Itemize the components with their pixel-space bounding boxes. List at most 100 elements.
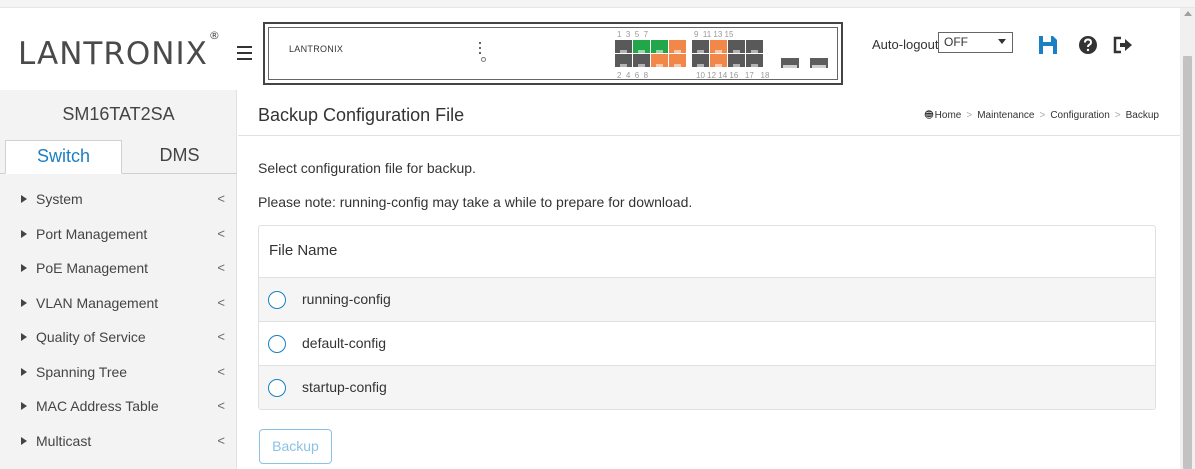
- file-row-running-config[interactable]: running-config: [259, 278, 1155, 322]
- port-5[interactable]: [651, 40, 668, 53]
- home-icon: [924, 110, 933, 119]
- scroll-up-icon[interactable]: [1184, 11, 1192, 16]
- hamburger-icon[interactable]: [237, 46, 252, 60]
- file-row-default-config[interactable]: default-config: [259, 322, 1155, 366]
- port-numbers-top-2: 9 11 13 15: [694, 30, 734, 39]
- file-table: File Name running-config default-config …: [258, 225, 1156, 410]
- breadcrumb-home[interactable]: Home: [935, 110, 962, 121]
- auto-logout-select[interactable]: OFF: [938, 32, 1013, 53]
- sidebar-item-label: PoE Management: [36, 260, 149, 276]
- port-numbers-bottom: 2 4 6 8: [617, 71, 649, 80]
- file-name: running-config: [302, 291, 391, 307]
- device-name: SM16TAT2SA: [62, 104, 175, 124]
- chevron-down-icon: [998, 39, 1006, 44]
- sidebar-item-multicast[interactable]: Multicast <: [0, 426, 237, 461]
- logout-icon[interactable]: [1112, 34, 1134, 56]
- port-16[interactable]: [746, 54, 763, 67]
- sidebar-item-label: Spanning Tree: [36, 363, 128, 380]
- sidebar-item-label: Quality of Service: [36, 329, 146, 345]
- chevron-left-icon: <: [217, 398, 225, 413]
- port-9[interactable]: [692, 40, 709, 53]
- sidebar: SM16TAT2SA Switch DMS System < Port Mana…: [0, 90, 237, 469]
- file-row-startup-config[interactable]: startup-config: [259, 366, 1155, 409]
- chevron-left-icon: <: [217, 363, 225, 379]
- sidebar-item-vlan-management[interactable]: VLAN Management <: [0, 288, 237, 323]
- sidebar-item-system[interactable]: System <: [0, 184, 237, 219]
- port-3[interactable]: [633, 40, 650, 53]
- chevron-left-icon: <: [217, 225, 225, 241]
- device-brand: LANTRONIX: [289, 44, 344, 54]
- breadcrumb-configuration[interactable]: Configuration: [1050, 110, 1109, 121]
- port-group-1-8: [615, 40, 686, 67]
- breadcrumb-backup: Backup: [1125, 110, 1159, 121]
- device-panel-frame: LANTRONIX 1 3 5 7 9 11 13 15 2 4 6 8 10 …: [268, 27, 838, 80]
- page-scrollbar[interactable]: [1180, 8, 1195, 469]
- sidebar-tabs: Switch DMS: [0, 140, 237, 174]
- caret-right-icon: [21, 195, 27, 203]
- caret-right-icon: [21, 264, 27, 272]
- port-14[interactable]: [728, 54, 745, 67]
- caret-right-icon: [21, 402, 27, 410]
- port-12[interactable]: [710, 54, 727, 67]
- caret-right-icon: [21, 367, 27, 376]
- file-name: default-config: [302, 335, 387, 351]
- port-11[interactable]: [710, 40, 727, 53]
- device-front-panel[interactable]: LANTRONIX 1 3 5 7 9 11 13 15 2 4 6 8 10 …: [263, 22, 843, 85]
- description-note: Please note: running-config may take a w…: [258, 194, 693, 210]
- scrollbar-thumb[interactable]: [1183, 56, 1192, 469]
- tab-dms[interactable]: DMS: [122, 140, 237, 174]
- sidebar-item-spanning-tree[interactable]: Spanning Tree <: [0, 357, 237, 392]
- caret-right-icon: [21, 298, 27, 307]
- sidebar-item-label: MAC Address Table: [36, 398, 159, 414]
- top-strip: [0, 0, 1195, 8]
- sidebar-item-label: System: [36, 191, 83, 207]
- port-6[interactable]: [651, 54, 668, 67]
- caret-right-icon: [21, 333, 27, 341]
- port-4[interactable]: [633, 54, 650, 67]
- sidebar-item-port-management[interactable]: Port Management <: [0, 219, 237, 254]
- caret-right-icon: [21, 229, 27, 238]
- sidebar-item-label: Multicast: [36, 432, 92, 449]
- breadcrumb: Home > Maintenance > Configuration > Backup: [924, 110, 1159, 121]
- backup-button[interactable]: Backup: [259, 429, 332, 464]
- port-2[interactable]: [615, 54, 632, 67]
- port-numbers-top: 1 3 5 7: [617, 30, 649, 39]
- logo-registered-mark: ®: [208, 28, 221, 42]
- lantronix-logo[interactable]: LANTRONIX®: [18, 29, 221, 72]
- sidebar-item-quality-of-service[interactable]: Quality of Service <: [0, 322, 237, 357]
- save-icon[interactable]: [1037, 34, 1059, 56]
- sidebar-nav: System < Port Management < PoE Managemen…: [0, 184, 237, 460]
- help-icon[interactable]: [1077, 34, 1099, 56]
- port-15[interactable]: [746, 40, 763, 53]
- running-config-radio[interactable]: [268, 291, 286, 309]
- port-numbers-bottom-2: 10 12 14 16 17 18: [696, 71, 770, 80]
- port-group-9-16: [692, 40, 763, 67]
- sfp-port-18[interactable]: [810, 58, 828, 68]
- port-10[interactable]: [692, 54, 709, 67]
- sidebar-item-label: Port Management: [36, 225, 148, 242]
- caret-right-icon: [21, 436, 27, 445]
- description-select: Select configuration file for backup.: [258, 160, 476, 176]
- sidebar-item-poe-management[interactable]: PoE Management <: [0, 253, 237, 288]
- sidebar-item-mac-address-table[interactable]: MAC Address Table <: [0, 391, 237, 426]
- sfp-port-17[interactable]: [781, 58, 799, 68]
- default-config-radio[interactable]: [268, 335, 286, 353]
- chevron-left-icon: <: [217, 294, 225, 310]
- port-1[interactable]: [615, 40, 632, 53]
- chevron-left-icon: <: [217, 191, 225, 206]
- chevron-left-icon: <: [217, 432, 225, 448]
- file-table-header: File Name: [259, 226, 1155, 278]
- app-header: LANTRONIX® LANTRONIX 1 3 5 7 9 11 13 15: [0, 8, 1180, 90]
- port-7[interactable]: [669, 40, 686, 53]
- port-13[interactable]: [728, 40, 745, 53]
- auto-logout-label: Auto-logout: [872, 37, 939, 52]
- startup-config-radio[interactable]: [268, 379, 286, 397]
- breadcrumb-maintenance[interactable]: Maintenance: [977, 110, 1034, 121]
- chevron-left-icon: <: [217, 260, 225, 275]
- port-8[interactable]: [669, 54, 686, 67]
- sidebar-item-label: VLAN Management: [36, 294, 159, 311]
- logo-text: LANTRONIX: [18, 36, 208, 72]
- auto-logout-value: OFF: [944, 35, 968, 49]
- title-bar: Backup Configuration File Home > Maintenan…: [238, 90, 1180, 136]
- tab-switch[interactable]: Switch: [5, 140, 122, 174]
